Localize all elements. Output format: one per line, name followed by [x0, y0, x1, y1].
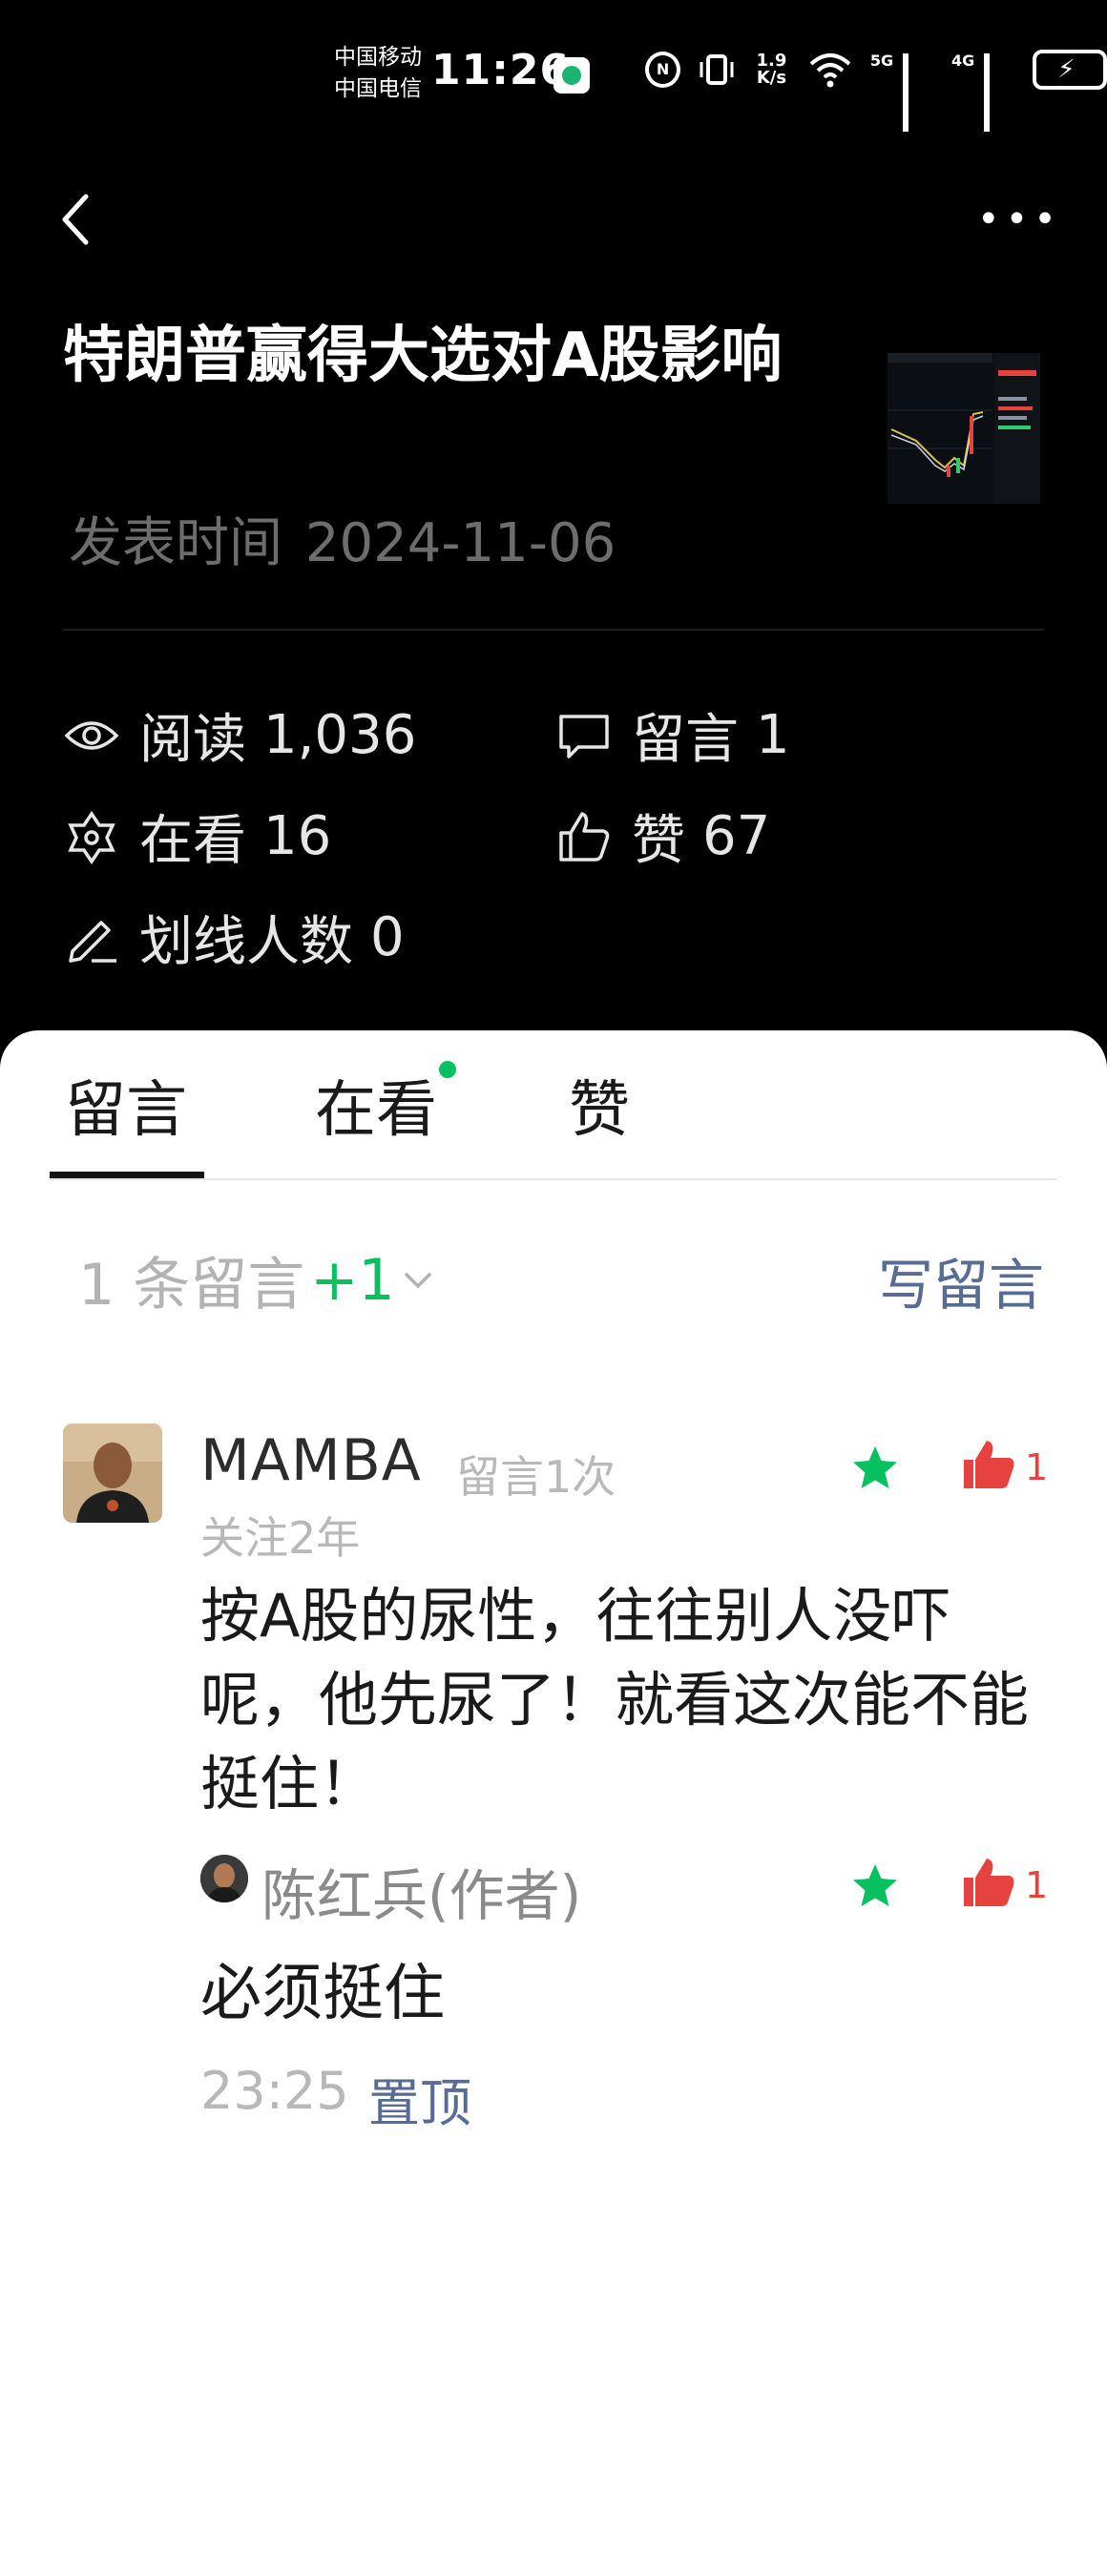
star-icon[interactable] [849, 1443, 901, 1494]
tabs-divider [50, 1178, 1057, 1180]
comment-like-count: 1 [1025, 1446, 1049, 1488]
stat-likes-value: 67 [702, 805, 771, 867]
publish-date-label: 发表时间 [69, 512, 282, 574]
stat-likes-label: 赞 [632, 810, 685, 872]
network-speed: 1.9 K/s [753, 52, 790, 87]
stat-watching: 在看 16 [63, 798, 331, 875]
battery-icon: ⚡ [1033, 50, 1107, 90]
stat-likes: 赞 67 [555, 798, 770, 875]
flower-icon [63, 808, 120, 865]
reply-like-icon[interactable] [960, 1857, 1017, 1908]
comment-count-filter[interactable]: 1 条留言 +1 [78, 1238, 435, 1321]
stat-underlines-label: 划线人数 [139, 911, 353, 973]
nfc-icon: N [645, 52, 681, 88]
stat-comments: 留言 1 [555, 696, 790, 774]
comment-text: 按A股的尿性，往往别人没吓呢，他先尿了！就看这次能不能挺住！ [200, 1581, 1030, 1818]
follow-duration: 关注2年 [200, 1512, 361, 1564]
new-comment-count: +1 [310, 1246, 395, 1314]
author-avatar [200, 1855, 248, 1902]
stat-reads-value: 1,036 [263, 704, 417, 766]
stat-watching-label: 在看 [139, 810, 246, 872]
comment-icon [555, 707, 613, 764]
system-icons: N 1.9 K/s 5G 4G ⚡ [645, 50, 1107, 132]
article-thumbnail[interactable] [888, 353, 1040, 504]
status-bar: 中国移动 中国电信 11:26 N 1.9 K/s 5G 4G ⚡ [0, 0, 1107, 153]
stat-underlines: 划线人数 0 [63, 899, 405, 976]
thumbs-up-icon [555, 808, 613, 865]
reply-like-count: 1 [1025, 1864, 1049, 1906]
pin-comment-button[interactable]: 置顶 [368, 2061, 471, 2136]
signal-5g-label: 5G [869, 52, 894, 70]
reply-star-icon[interactable] [849, 1860, 901, 1912]
carrier-names: 中国移动 中国电信 [334, 42, 422, 105]
new-indicator-dot [439, 1061, 456, 1078]
charging-bolt-icon: ⚡ [1057, 55, 1076, 84]
carrier-1: 中国移动 [334, 45, 422, 70]
comment-count-text: 1 条留言 [78, 1252, 305, 1319]
signal-4g-label: 4G [951, 52, 975, 70]
eye-icon [63, 707, 120, 764]
commenter-avatar[interactable] [63, 1423, 162, 1523]
speed-unit: K/s [756, 68, 787, 88]
active-tab-indicator [50, 1172, 204, 1178]
wifi-icon [807, 51, 853, 89]
chevron-down-icon [404, 1272, 431, 1288]
stat-watching-value: 16 [263, 805, 332, 867]
more-options-button[interactable]: ••• [977, 200, 1062, 239]
vibrate-icon [698, 51, 736, 89]
write-comment-button[interactable]: 写留言 [878, 1240, 1044, 1320]
stat-reads-label: 阅读 [139, 709, 246, 771]
reply-author-name: 陈红兵(作者) [261, 1863, 582, 1928]
notification-app-icon [554, 57, 590, 93]
reply-time: 23:25 [200, 2061, 349, 2121]
header-divider [63, 629, 1044, 631]
stat-comments-label: 留言 [632, 709, 739, 771]
commenter-name[interactable]: MAMBA [200, 1427, 422, 1494]
comment-count-badge: 留言1次 [456, 1451, 616, 1503]
back-button[interactable] [57, 191, 95, 248]
signal-5g-icon: 5G [869, 52, 934, 132]
status-time: 11:26 [431, 46, 571, 94]
publish-date: 发表时间 2024-11-06 [63, 500, 616, 577]
tab-watching[interactable]: 在看 [315, 1061, 437, 1149]
signal-4g-icon: 4G [951, 52, 1015, 132]
stat-comments-value: 1 [756, 704, 790, 766]
publish-date-value: 2024-11-06 [304, 512, 616, 574]
stat-reads: 阅读 1,036 [63, 696, 416, 774]
tab-comments[interactable]: 留言 [65, 1061, 187, 1149]
carrier-2: 中国电信 [334, 76, 422, 101]
reply-text: 必须挺住 [200, 1959, 445, 2029]
chevron-left-icon [62, 194, 89, 245]
stat-underlines-value: 0 [370, 906, 405, 968]
article-title[interactable]: 特朗普赢得大选对A股影响 [63, 315, 826, 397]
comment-like-icon[interactable] [960, 1439, 1017, 1490]
tab-likes[interactable]: 赞 [569, 1061, 630, 1149]
pen-icon [63, 909, 120, 966]
